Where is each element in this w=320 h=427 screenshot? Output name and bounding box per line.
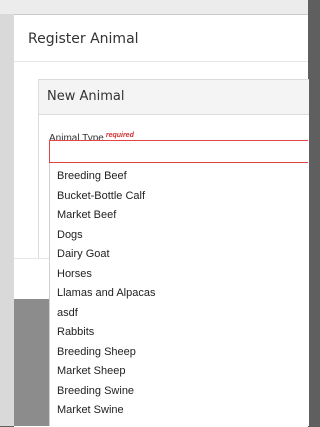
- required-indicator: required: [105, 132, 134, 139]
- dropdown-option[interactable]: Llamas and Alpacas: [50, 284, 309, 304]
- dropdown-option[interactable]: asdf: [50, 304, 309, 324]
- modal-header: Register Animal: [14, 15, 308, 62]
- dropdown-options: Breeding Beef Bucket-Bottle Calf Market Be…: [50, 167, 309, 421]
- dropdown-option[interactable]: Market Sheep: [50, 362, 309, 382]
- dropdown-option[interactable]: Breeding Sheep: [50, 343, 309, 363]
- dropdown-option[interactable]: Dogs: [50, 226, 309, 246]
- panel-lower-area: [14, 259, 49, 299]
- panel-header: New Animal: [39, 80, 309, 115]
- dropdown-option[interactable]: Horses: [50, 265, 309, 285]
- dropdown-option[interactable]: Market Beef: [50, 206, 309, 226]
- animal-type-dropdown: Breeding Beef Bucket-Bottle Calf Market Be…: [49, 140, 309, 426]
- background-strip: [0, 14, 14, 426]
- dropdown-option[interactable]: Rabbits: [50, 323, 309, 343]
- dropdown-option[interactable]: Dairy Goat: [50, 245, 309, 265]
- panel-title: New Animal: [47, 89, 125, 104]
- window-top-bar: [0, 0, 308, 14]
- background-area: [14, 299, 49, 426]
- dropdown-option[interactable]: Breeding Beef: [50, 167, 309, 187]
- dropdown-option[interactable]: Breeding Swine: [50, 382, 309, 402]
- dropdown-option[interactable]: Bucket-Bottle Calf: [50, 187, 309, 207]
- modal-title: Register Animal: [28, 31, 139, 47]
- animal-type-select[interactable]: [49, 140, 308, 163]
- dropdown-option[interactable]: Market Swine: [50, 401, 309, 421]
